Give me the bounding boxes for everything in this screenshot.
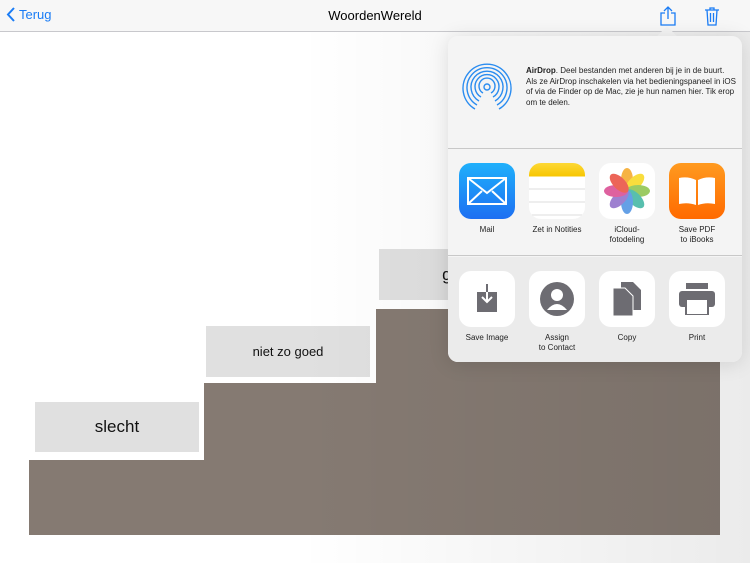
action-save-image[interactable]: Save Image <box>455 271 519 343</box>
trash-icon <box>705 7 719 26</box>
app-row: Mail Zet in Notities iCloud-fotodeling S… <box>448 149 742 256</box>
save-image-icon <box>459 271 515 327</box>
action-print[interactable]: Print <box>665 271 729 343</box>
label-line: fotodeling <box>609 235 645 244</box>
ibooks-icon <box>669 163 725 219</box>
notes-icon <box>529 163 585 219</box>
label-line: to iBooks <box>680 235 714 244</box>
app-label: Mail <box>479 225 495 234</box>
mail-icon <box>459 163 515 219</box>
word-card-slecht[interactable]: slecht <box>35 402 199 452</box>
contact-icon <box>529 271 585 327</box>
label-line: Save PDF <box>678 225 716 234</box>
airdrop-description: AirDrop. Deel bestanden met anderen bij … <box>526 66 736 108</box>
airdrop-text: . Deel bestanden met anderen bij je in d… <box>526 66 736 107</box>
action-assign-to-contact[interactable]: Assign to Contact <box>525 271 589 353</box>
share-icon <box>660 6 676 26</box>
page-title: WoordenWereld <box>328 8 422 23</box>
app-label: Save PDF to iBooks <box>665 225 729 245</box>
share-app-mail[interactable]: Mail <box>455 163 519 235</box>
navigation-bar: Terug WoordenWereld <box>0 0 750 32</box>
action-copy[interactable]: Copy <box>595 271 659 343</box>
label-line: iCloud- <box>614 225 640 234</box>
print-icon <box>669 271 725 327</box>
action-label: Copy <box>617 333 637 342</box>
airdrop-section[interactable]: AirDrop. Deel bestanden met anderen bij … <box>448 36 742 149</box>
action-label: Assign to Contact <box>525 333 589 353</box>
action-row: Save Image Assign to Contact Copy Print <box>448 257 742 362</box>
share-app-notes[interactable]: Zet in Notities <box>525 163 589 235</box>
action-label: Save Image <box>465 333 509 342</box>
label-line: Assign <box>544 333 569 342</box>
share-app-icloud-photos[interactable]: iCloud-fotodeling <box>595 163 659 245</box>
app-label: Zet in Notities <box>532 225 582 234</box>
delete-button[interactable] <box>704 6 720 31</box>
share-sheet: AirDrop. Deel bestanden met anderen bij … <box>448 36 742 362</box>
airdrop-title: AirDrop <box>526 66 556 75</box>
share-app-ibooks[interactable]: Save PDF to iBooks <box>665 163 729 245</box>
photos-icon <box>599 163 655 219</box>
action-label: Print <box>688 333 706 342</box>
app-label: iCloud-fotodeling <box>595 225 659 245</box>
copy-icon <box>599 271 655 327</box>
label-line: to Contact <box>538 343 576 352</box>
airdrop-icon <box>462 63 512 111</box>
